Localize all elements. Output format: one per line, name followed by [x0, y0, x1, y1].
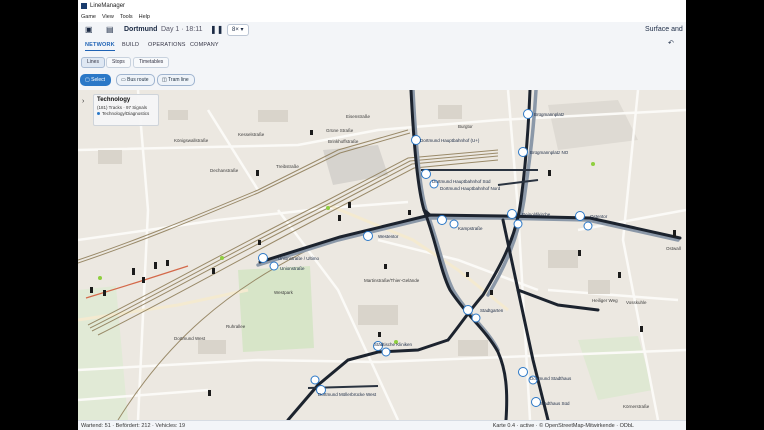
svg-text:Vosskuhle: Vosskuhle	[626, 300, 647, 305]
select-label: Select	[91, 77, 106, 83]
map-view[interactable]: Kesselstraße Königswallstraße Dechanstra…	[78, 90, 686, 420]
svg-text:Stadthaus Süd: Stadthaus Süd	[540, 401, 570, 406]
app-window: LineManager Game View Tools Help ▣ ▤ Dortmu…	[78, 0, 686, 430]
svg-text:Dortmund Möllerbrücke West: Dortmund Möllerbrücke West	[318, 392, 377, 397]
tab-operations[interactable]: OPERATIONS	[148, 42, 186, 48]
svg-text:Burgtor: Burgtor	[458, 124, 473, 129]
view-mode-label[interactable]: Surface and	[645, 26, 683, 33]
speed-value: 8×	[232, 27, 239, 33]
menu-view[interactable]: View	[102, 14, 114, 20]
svg-text:Brügmannplatz: Brügmannplatz	[534, 112, 565, 117]
calendar-icon[interactable]: ▤	[106, 26, 115, 34]
tool-row: ▢ Select ▭ Bus route ◫ Tram line	[78, 73, 686, 87]
bus-route-button[interactable]: ▭ Bus route	[116, 74, 155, 86]
svg-text:Königswallstraße: Königswallstraße	[174, 138, 209, 143]
tab-network[interactable]: NETWORK	[85, 42, 115, 51]
technology-panel[interactable]: Technology (181) Tracks · 97 Signals Tec…	[93, 94, 159, 126]
subtab-lines[interactable]: Lines	[81, 57, 105, 68]
tab-build[interactable]: BUILD	[122, 42, 139, 48]
svg-text:Eisenstraße: Eisenstraße	[346, 114, 371, 119]
svg-text:Dortmund Hauptbahnhof Nord: Dortmund Hauptbahnhof Nord	[440, 186, 501, 191]
svg-text:Dortmund West: Dortmund West	[174, 336, 206, 341]
status-bar: Wartend: 51 · Befördert: 212 · Vehicles:…	[78, 420, 686, 430]
select-button[interactable]: ▢ Select	[80, 74, 112, 86]
svg-text:Reinoldikirche: Reinoldikirche	[522, 212, 551, 217]
menu-tools[interactable]: Tools	[120, 14, 133, 20]
select-icon: ▢	[85, 77, 90, 83]
pause-icon[interactable]: ❚❚	[210, 25, 223, 34]
svg-text:Kesselstraße: Kesselstraße	[238, 132, 265, 137]
svg-text:Dortmund Hauptbahnhof (U+): Dortmund Hauptbahnhof (U+)	[420, 138, 480, 143]
panel-line-2: Technology/Diagnostics	[97, 111, 155, 116]
svg-text:Ostwall: Ostwall	[666, 246, 681, 251]
tram-icon: ◫	[162, 77, 167, 83]
svg-text:Stadtgarten: Stadtgarten	[480, 308, 504, 313]
menu-game[interactable]: Game	[81, 14, 96, 20]
tram-line-label: Tram line	[168, 77, 189, 83]
panel-line-1: (181) Tracks · 97 Signals	[97, 105, 148, 110]
svg-text:Dechanstraße: Dechanstraße	[210, 168, 239, 173]
status-left: Wartend: 51 · Befördert: 212 · Vehicles:…	[81, 423, 186, 429]
window-title: LineManager	[90, 3, 126, 9]
city-name: Dortmund	[124, 26, 158, 33]
menu-bar: Game View Tools Help	[78, 12, 686, 22]
subtab-timetables[interactable]: Timetables	[133, 57, 170, 68]
panel-title: Technology	[97, 97, 131, 103]
svg-text:Städtische Kliniken: Städtische Kliniken	[374, 342, 413, 347]
menu-help[interactable]: Help	[139, 14, 150, 20]
main-tabs: NETWORK BUILD OPERATIONS COMPANY	[78, 40, 686, 52]
svg-text:Grüne Straße: Grüne Straße	[326, 128, 354, 133]
panel-line-2-text: Technology/Diagnostics	[102, 111, 150, 116]
svg-text:Kampstraße: Kampstraße	[458, 226, 483, 231]
map-canvas[interactable]: Kesselstraße Königswallstraße Dechanstra…	[78, 90, 686, 420]
subtab-stops[interactable]: Stops	[106, 57, 131, 68]
day-time: Day 1 · 18:11	[161, 26, 203, 33]
svg-text:Brinkhoffstraße: Brinkhoffstraße	[328, 139, 359, 144]
bus-icon: ▭	[121, 77, 126, 83]
top-toolbar: ▣ ▤ Dortmund Day 1 · 18:11 ❚❚ 8× ▾ Surfa…	[78, 22, 686, 47]
bus-route-label: Bus route	[127, 77, 149, 83]
svg-text:Ostentor: Ostentor	[590, 214, 608, 219]
status-right: Karte 0.4 · active · © OpenStreetMap-Mit…	[492, 423, 634, 429]
svg-text:Martinstraße/Thier-Gelände: Martinstraße/Thier-Gelände	[364, 278, 420, 283]
chevron-right-icon[interactable]: ›	[82, 98, 84, 105]
svg-text:Brügmannplatz NO: Brügmannplatz NO	[530, 150, 569, 155]
svg-text:Westpark: Westpark	[274, 290, 294, 295]
svg-text:Heiliger Weg: Heiliger Weg	[592, 298, 618, 303]
svg-text:Unionstraße / Ultimo: Unionstraße / Ultimo	[278, 256, 320, 261]
sub-tabs: Lines Stops Timetables	[78, 56, 686, 68]
svg-text:Dortmund Stadthaus: Dortmund Stadthaus	[530, 376, 572, 381]
svg-text:Westentor: Westentor	[378, 234, 399, 239]
tram-line-button[interactable]: ◫ Tram line	[157, 74, 195, 86]
status-dot-icon	[97, 112, 100, 115]
svg-text:Ruhrallee: Ruhrallee	[226, 324, 246, 329]
svg-text:Unionstraße: Unionstraße	[280, 266, 305, 271]
svg-text:Treibstraße: Treibstraße	[276, 164, 299, 169]
speed-select[interactable]: 8× ▾	[227, 24, 249, 36]
svg-text:Dortmund Hauptbahnhof Süd: Dortmund Hauptbahnhof Süd	[432, 179, 491, 184]
sidebar-icon[interactable]: ▣	[85, 26, 94, 34]
svg-text:Körnerstraße: Körnerstraße	[623, 404, 650, 409]
tab-company[interactable]: COMPANY	[190, 42, 219, 48]
app-icon	[81, 3, 87, 9]
